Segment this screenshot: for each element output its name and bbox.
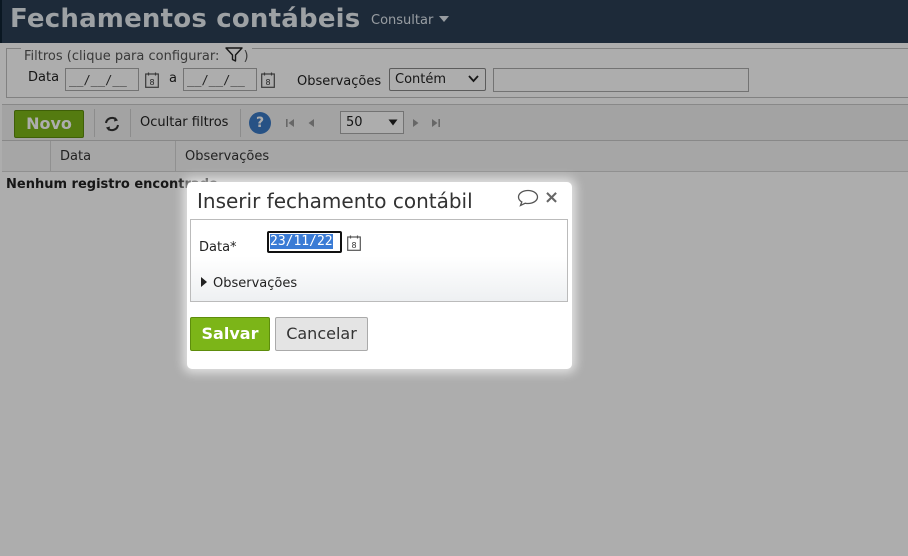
- close-icon[interactable]: ×: [544, 187, 559, 208]
- save-button[interactable]: Salvar: [190, 317, 270, 351]
- chat-icon[interactable]: [517, 189, 539, 207]
- dialog-form-panel: Data* 23/11/22 8 Observações: [190, 219, 568, 302]
- expand-triangle-icon: [201, 277, 207, 287]
- dialog-title: Inserir fechamento contábil: [197, 189, 473, 213]
- dialog-date-value: 23/11/22: [270, 234, 333, 249]
- calendar-icon[interactable]: 8: [347, 235, 361, 251]
- dialog-date-input[interactable]: 23/11/22: [267, 231, 342, 253]
- dialog-data-label: Data*: [199, 240, 237, 255]
- cancel-button[interactable]: Cancelar: [275, 317, 368, 351]
- observacoes-expander-label: Observações: [213, 276, 298, 291]
- insert-dialog: Inserir fechamento contábil × Data* 23/1…: [187, 182, 572, 369]
- svg-text:8: 8: [351, 241, 356, 250]
- observacoes-expander[interactable]: Observações: [201, 276, 297, 291]
